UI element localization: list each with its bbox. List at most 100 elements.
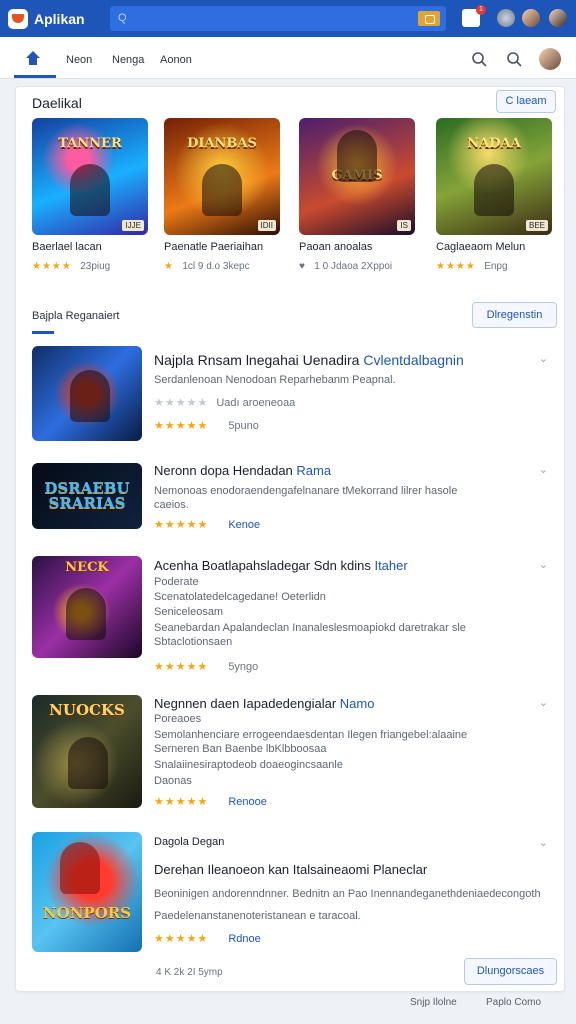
home-icon[interactable] [24, 49, 42, 67]
game-cover-image: NADAA BEE [436, 118, 552, 235]
voice-search-icon[interactable] [505, 50, 523, 68]
hero-figure-icon [60, 842, 100, 894]
main-navigation: Neon Nenga Aonon [0, 37, 576, 79]
card-meta-text: 23piug [80, 261, 111, 272]
item-rating: ★★★★★ 5puno [154, 419, 259, 432]
item-title-tag[interactable]: Cvlentdalbagnin [363, 352, 463, 368]
chevron-down-icon[interactable]: ⌄ [539, 352, 548, 365]
cover-tag: IS [397, 220, 411, 231]
star-rating: ★ [164, 261, 174, 272]
footer-link[interactable]: Paplo Como [486, 997, 541, 1008]
search-icon[interactable] [470, 50, 488, 68]
item-description: Seniceleosam [154, 606, 224, 618]
list-item[interactable]: NUOCKS Negnnen daen Iapadedengialar Namo… [32, 695, 552, 811]
cover-tag: BEE [525, 220, 548, 231]
hero-figure-icon [66, 588, 106, 640]
item-description: caeios. [154, 499, 189, 511]
card-meta-text: 1cl 9 d.o 3kepc [182, 261, 250, 272]
card-name: Caglaeaom Melun [436, 241, 526, 253]
top-app-bar: Aplikan Q 1 [0, 0, 576, 37]
rating-count: 5puno [228, 420, 259, 432]
game-thumbnail [32, 346, 142, 441]
notification-badge: 1 [476, 5, 486, 15]
item-description: Serdanlenoan Nenodoan Reparhebanm Peapna… [154, 374, 396, 386]
thumbnail-title: NUOCKS [49, 701, 125, 719]
list-item[interactable]: Najpla Rnsam lnegahai Uenadira Cvlentdal… [32, 346, 552, 442]
hero-figure-icon [202, 164, 242, 216]
cover-title: NADAA [467, 136, 521, 151]
account-avatar[interactable] [539, 48, 561, 70]
item-description: Poderate [154, 576, 199, 588]
star-rating: ★★★★★ [154, 661, 209, 673]
featured-section-title: Daelikal [32, 95, 82, 111]
card-name: Baerlael lacan [32, 241, 102, 253]
grey-star-rating: ★★★★★ [154, 397, 209, 409]
rating-count: 5yngo [228, 661, 259, 673]
rating-link[interactable]: Rdnoe [228, 933, 260, 945]
list-section-title: Bajpla Reganaiert [32, 310, 120, 322]
item-description: Semolanhenciare errogeendaesdentan Ilege… [154, 729, 468, 741]
settings-avatar-icon[interactable] [497, 9, 515, 27]
item-title: Negnnen daen Iapadedengialar Namo [154, 696, 374, 711]
item-title-text: Dagola Degan [154, 836, 225, 848]
rating-link[interactable]: Renooe [228, 796, 267, 808]
item-rating: ★★★★★ Rdnoe [154, 932, 261, 945]
search-input[interactable]: Q [110, 6, 446, 31]
item-title: Acenha Boatlapahsladegar Sdn kdins Itahe… [154, 558, 408, 573]
rating-link[interactable]: Kenoe [228, 519, 260, 531]
load-more-button[interactable]: Dlungorscaes [464, 958, 557, 985]
chevron-down-icon[interactable]: ⌄ [539, 463, 548, 476]
featured-card[interactable]: NADAA BEE Caglaeaom Melun ★★★★ Enpg [436, 118, 552, 272]
cover-tag: IDII [257, 220, 276, 231]
tab-neon[interactable]: Neon [66, 54, 92, 66]
item-description: Seanebardan Apalandeclan Inanaleslesmoap… [154, 622, 466, 634]
game-cover-image: GAMIS IS [299, 118, 415, 235]
app-logo-icon[interactable] [8, 9, 28, 29]
section-underline [32, 331, 54, 334]
item-title-text: Najpla Rnsam lnegahai Uenadira [154, 352, 360, 368]
star-rating: ★★★★★ [154, 420, 209, 432]
categories-button[interactable]: Dlregenstin [472, 302, 557, 328]
star-rating: ★★★★ [436, 261, 476, 272]
profile-avatar[interactable] [549, 9, 567, 27]
game-cover-image: TANNER IJJE [32, 118, 148, 235]
app-title: Aplikan [34, 11, 85, 27]
chevron-down-icon[interactable]: ⌄ [539, 836, 548, 849]
user-avatar[interactable] [522, 9, 540, 27]
card-meta-text: Enpg [484, 261, 508, 272]
item-rating: ★★★★★ Kenoe [154, 518, 260, 531]
item-title-tag[interactable]: Itaher [374, 558, 407, 573]
item-title: Neronn dopa Hendadan Rama [154, 463, 331, 478]
notifications-icon[interactable]: 1 [462, 5, 486, 27]
chevron-down-icon[interactable]: ⌄ [539, 558, 548, 571]
pagination-meta: 4 K 2k 2I 5ymp [156, 967, 223, 978]
card-name: Paoan anoalas [299, 241, 373, 253]
hero-figure-icon [70, 164, 110, 216]
featured-card[interactable]: DIANBAS IDII Paenatle Paeriaihan ★ 1cl 9… [164, 118, 280, 272]
item-description: Serneren Ban Baenbe lbKlbboosaa [154, 743, 327, 755]
see-all-button[interactable]: C laeam [496, 90, 556, 113]
camera-search-button[interactable] [418, 11, 440, 26]
featured-card[interactable]: TANNER IJJE Baerlael lacan ★★★★ 23piug [32, 118, 148, 272]
item-description: Snalaiinesiraptodeob doaeogincsaanle [154, 759, 343, 771]
item-description: Sbtaclotionsaen [154, 636, 233, 648]
item-title-text: Acenha Boatlapahsladegar Sdn kdins [154, 558, 371, 573]
item-title-tag[interactable]: Rama [296, 463, 331, 478]
card-meta: ★ 1cl 9 d.o 3kepc [164, 261, 280, 272]
tab-aonon[interactable]: Aonon [160, 54, 192, 66]
item-description: Daonas [154, 775, 192, 787]
game-thumbnail: DSRAEBU SRARIAS [32, 463, 142, 529]
game-thumbnail: NECK [32, 556, 142, 658]
item-description: Poreaoes [154, 713, 202, 725]
featured-card[interactable]: GAMIS IS Paoan anoalas ♥ 1 0 Jdaoa 2Xppo… [299, 118, 415, 272]
list-item[interactable]: NECK Acenha Boatlapahsladegar Sdn kdins … [32, 556, 552, 673]
item-description: Paedelenanstanenoteristanean e taracoal. [154, 910, 361, 922]
item-title-tag[interactable]: Namo [340, 696, 375, 711]
game-thumbnail: NONPORS [32, 832, 142, 952]
footer-link[interactable]: Snjp Ilolne [410, 997, 457, 1008]
tab-nenga[interactable]: Nenga [112, 54, 144, 66]
search-icon: Q [118, 12, 127, 24]
chevron-down-icon[interactable]: ⌄ [539, 696, 548, 709]
list-item[interactable]: DSRAEBU SRARIAS Neronn dopa Hendadan Ram… [32, 463, 552, 531]
list-item[interactable]: NONPORS Dagola Degan Derehan Ileanoeon k… [32, 832, 552, 952]
